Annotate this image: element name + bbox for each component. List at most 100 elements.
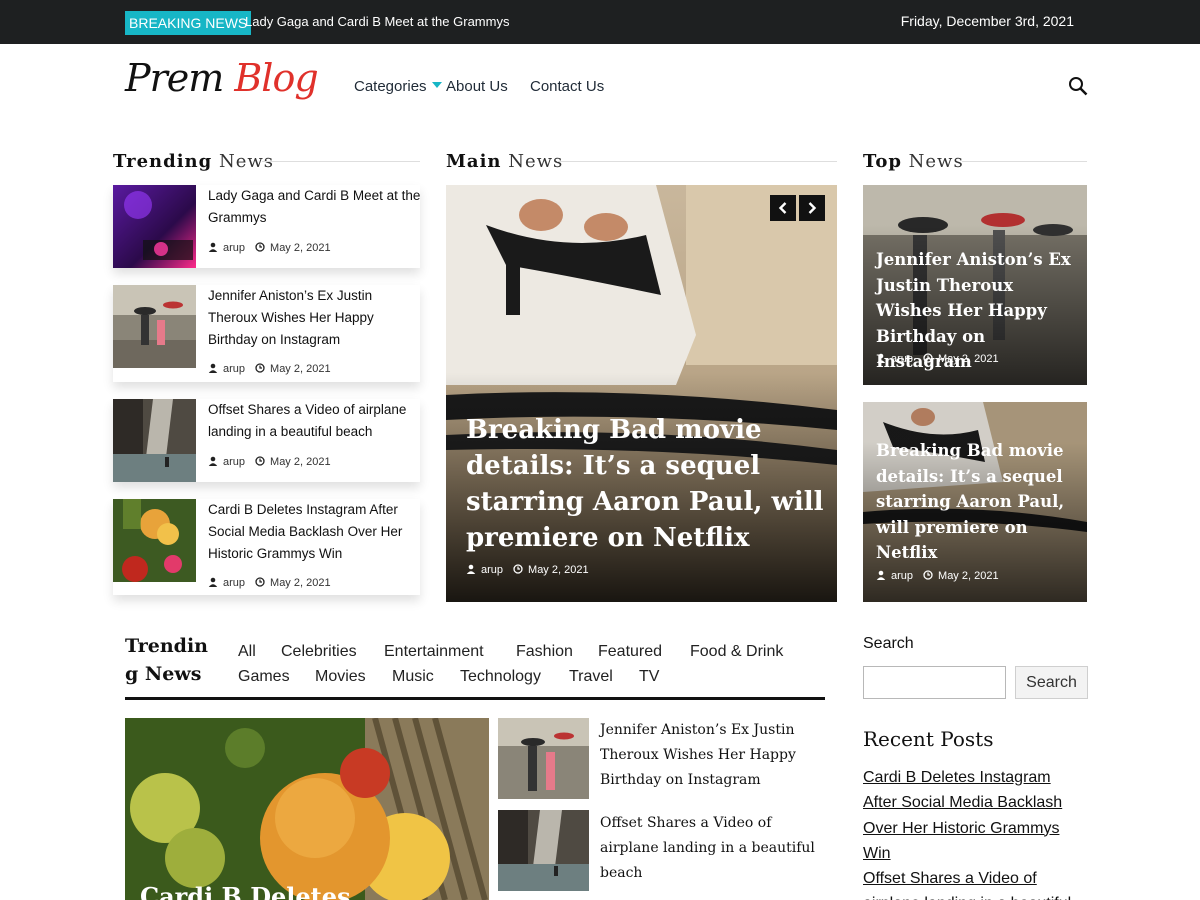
main-news-title[interactable]: Breaking Bad movie details: It’s a seque… [466, 412, 826, 556]
heading-bold: Top [863, 151, 902, 172]
concert-dj-thumbnail [113, 185, 196, 268]
waterfall-thumbnail [113, 399, 196, 482]
main-news-heading: Main News [446, 151, 563, 172]
slider-prev-button[interactable] [770, 195, 796, 221]
side-post-title[interactable]: Jennifer Aniston’s Ex Justin Theroux Wis… [600, 718, 825, 793]
nav-categories[interactable]: Categories [354, 78, 442, 95]
heading-bold: Main [446, 151, 502, 172]
search-input[interactable] [863, 666, 1006, 699]
user-icon [876, 353, 886, 363]
heading-bold: Trending [113, 151, 213, 172]
post-meta: arup May 2, 2021 [208, 363, 331, 375]
trending-item-title[interactable]: Lady Gaga and Cardi B Meet at the Grammy… [208, 185, 423, 229]
rainy-street-thumbnail [113, 285, 196, 368]
divider [962, 161, 1087, 162]
trending-block-heading: Trending News [125, 635, 208, 685]
post-author[interactable]: arup [891, 353, 913, 365]
post-meta: arup May 2, 2021 [876, 353, 999, 365]
user-icon [466, 564, 476, 574]
tab-food-drink[interactable]: Food & Drink [690, 643, 783, 661]
current-date: Friday, December 3rd, 2021 [900, 13, 1074, 29]
post-author[interactable]: arup [223, 577, 245, 589]
trending-item[interactable]: Lady Gaga and Cardi B Meet at the Grammy… [113, 185, 420, 268]
top-news-item[interactable]: Breaking Bad movie details: It’s a seque… [863, 402, 1087, 602]
tab-all[interactable]: All [238, 643, 256, 661]
top-news-heading: Top News [863, 151, 964, 172]
nav-about-us[interactable]: About Us [446, 78, 508, 95]
breaking-news-headline[interactable]: Lady Gaga and Cardi B Meet at the Grammy… [245, 14, 509, 29]
featured-post-image[interactable] [125, 718, 489, 900]
post-date: May 2, 2021 [270, 242, 331, 254]
chevron-left-icon [778, 202, 787, 214]
tab-fashion[interactable]: Fashion [516, 643, 573, 661]
post-author[interactable]: arup [891, 570, 913, 582]
clock-icon [923, 570, 933, 580]
post-meta: arup May 2, 2021 [208, 456, 331, 468]
slider-next-button[interactable] [799, 195, 825, 221]
recent-posts-heading: Recent Posts [863, 727, 994, 751]
nav-categories-label: Categories [354, 78, 427, 95]
clock-icon [923, 353, 933, 363]
search-button[interactable]: Search [1015, 666, 1088, 699]
waterfall-thumbnail[interactable] [498, 810, 589, 891]
tab-travel[interactable]: Travel [569, 668, 613, 686]
tab-celebrities[interactable]: Celebrities [281, 643, 357, 661]
tab-music[interactable]: Music [392, 668, 434, 686]
user-icon [876, 570, 886, 580]
trending-item[interactable]: Jennifer Aniston’s Ex Justin Theroux Wis… [113, 285, 420, 382]
post-author[interactable]: arup [223, 242, 245, 254]
tab-technology[interactable]: Technology [460, 668, 541, 686]
tab-entertainment[interactable]: Entertainment [384, 643, 484, 661]
fruit-basket-thumbnail [113, 499, 196, 582]
clock-icon [513, 564, 523, 574]
trending-item-title[interactable]: Cardi B Deletes Instagram After Social M… [208, 499, 423, 565]
post-date: May 2, 2021 [270, 456, 331, 468]
trending-item-title[interactable]: Offset Shares a Video of airplane landin… [208, 399, 423, 443]
post-meta: arup May 2, 2021 [466, 564, 589, 576]
logo-part-2: Blog [234, 56, 318, 100]
tab-featured[interactable]: Featured [598, 643, 662, 661]
post-meta: arup May 2, 2021 [876, 570, 999, 582]
trending-news-heading: Trending News [113, 151, 274, 172]
recent-post-link[interactable]: Cardi B Deletes Instagram After Social M… [863, 765, 1083, 866]
user-icon [208, 242, 218, 252]
divider [125, 697, 825, 700]
divider [557, 161, 837, 162]
post-date: May 2, 2021 [270, 577, 331, 589]
tab-tv[interactable]: TV [639, 668, 659, 686]
clock-icon [255, 242, 265, 252]
post-date: May 2, 2021 [938, 353, 999, 365]
heading-light: News [508, 151, 564, 172]
fruit-basket-photo [125, 718, 489, 900]
post-meta: arup May 2, 2021 [208, 242, 331, 254]
chevron-right-icon [808, 202, 817, 214]
user-icon [208, 577, 218, 587]
user-icon [208, 456, 218, 466]
trending-item-title[interactable]: Jennifer Aniston’s Ex Justin Theroux Wis… [208, 285, 423, 351]
clock-icon [255, 577, 265, 587]
tab-movies[interactable]: Movies [315, 668, 366, 686]
top-news-item[interactable]: Jennifer Aniston’s Ex Justin Theroux Wis… [863, 185, 1087, 385]
search-icon[interactable] [1068, 76, 1088, 96]
recent-post-link[interactable]: Offset Shares a Video of airplane landin… [863, 866, 1083, 900]
top-bar: BREAKING NEWS Lady Gaga and Cardi B Meet… [0, 0, 1200, 44]
breaking-news-badge: BREAKING NEWS [125, 11, 252, 35]
tab-games[interactable]: Games [238, 668, 290, 686]
post-author[interactable]: arup [223, 363, 245, 375]
post-author[interactable]: arup [223, 456, 245, 468]
clock-icon [255, 363, 265, 373]
top-news-title[interactable]: Breaking Bad movie details: It’s a seque… [876, 438, 1076, 566]
heading-light: News [908, 151, 964, 172]
rainy-street-thumbnail[interactable] [498, 718, 589, 799]
nav-contact-us[interactable]: Contact Us [530, 78, 604, 95]
trending-item[interactable]: Cardi B Deletes Instagram After Social M… [113, 499, 420, 595]
user-icon [208, 363, 218, 373]
site-logo[interactable]: Prem Blog [125, 56, 319, 100]
trending-item[interactable]: Offset Shares a Video of airplane landin… [113, 399, 420, 482]
clock-icon [255, 456, 265, 466]
post-author[interactable]: arup [481, 564, 503, 576]
featured-post-caption[interactable]: Cardi B Deletes [140, 882, 351, 900]
side-post-title[interactable]: Offset Shares a Video of airplane landin… [600, 811, 825, 886]
logo-part-1: Prem [125, 56, 224, 100]
search-label: Search [863, 635, 914, 652]
